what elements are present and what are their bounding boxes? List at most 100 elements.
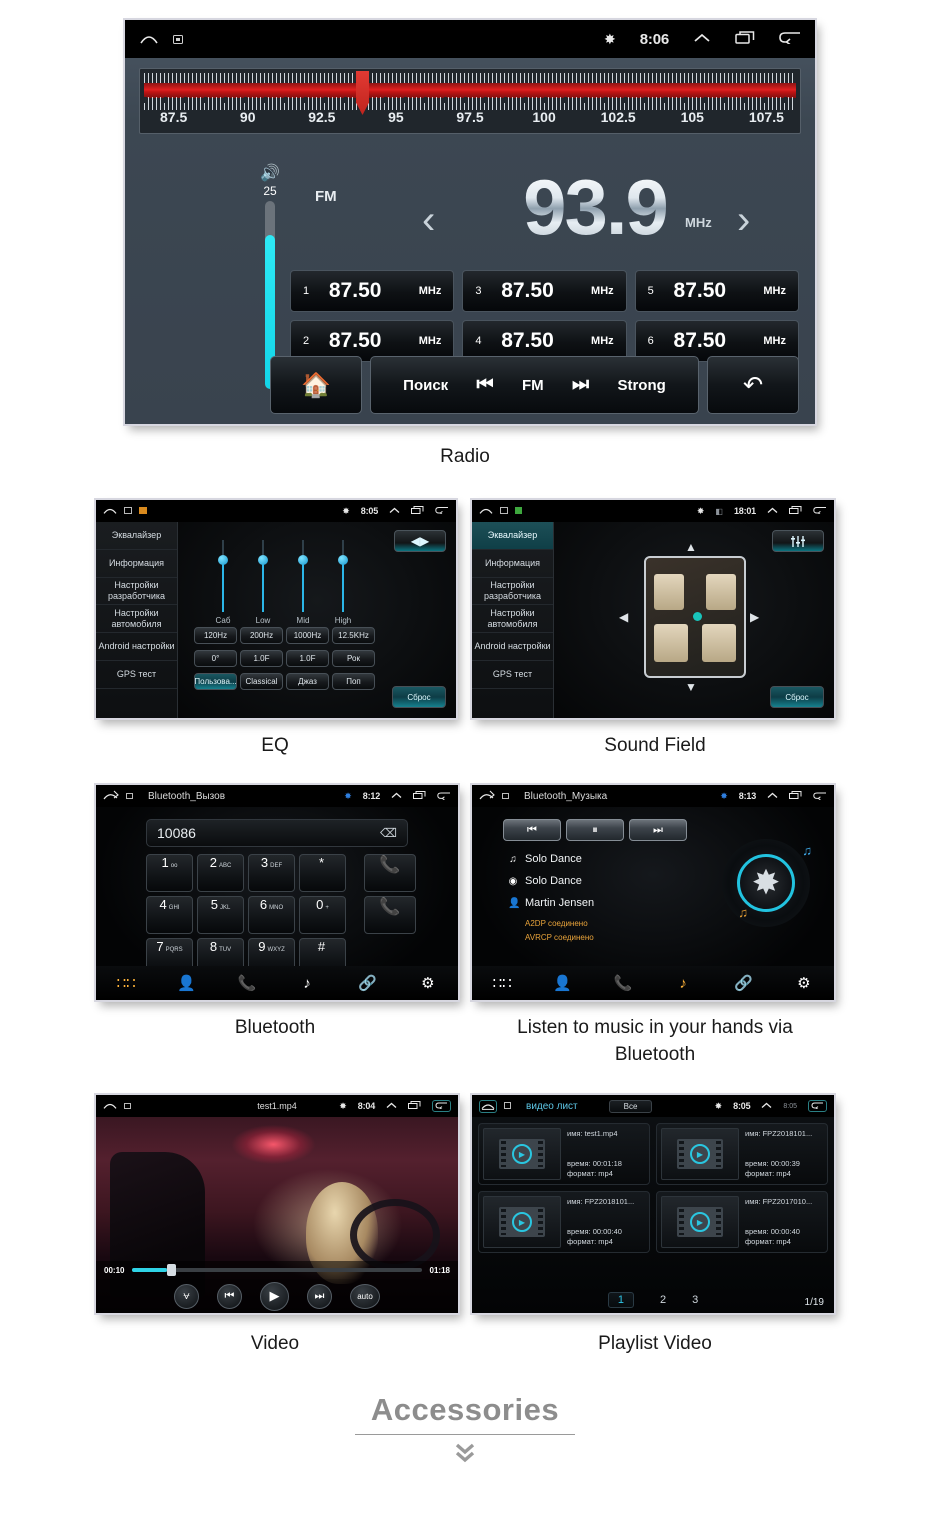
playlist-item[interactable]: ▶ имя: FPZ2018101... время: 00:00:40 формат…: [478, 1191, 650, 1253]
sidebar-item-информация[interactable]: Информация: [96, 550, 177, 578]
back-icon[interactable]: [437, 791, 451, 802]
strong-button[interactable]: Strong: [617, 377, 665, 394]
eq-option-button[interactable]: 120Hz: [194, 627, 237, 644]
sidebar-item-android[interactable]: Android настройки: [472, 633, 553, 662]
dialpad-key-2[interactable]: 2 ABC: [197, 854, 244, 892]
video-eq-icon[interactable]: ⩝: [174, 1283, 199, 1309]
home-icon[interactable]: [103, 506, 117, 516]
eq-option-button[interactable]: 12.5KHz: [332, 627, 375, 644]
balance-icon-button[interactable]: ◀▶: [394, 530, 446, 552]
preset-button[interactable]: 3 87.50 MHz: [462, 270, 627, 312]
tune-up-button[interactable]: ›: [737, 198, 750, 243]
recents-icon[interactable]: [735, 30, 755, 48]
page-button-2[interactable]: 2: [660, 1294, 666, 1306]
dialpad-key-6[interactable]: 6 MNO: [248, 896, 295, 934]
sound-field-focus-dot[interactable]: [693, 612, 702, 621]
nav-call-history-icon[interactable]: 📞: [217, 974, 277, 992]
eq-option-button[interactable]: Поп: [332, 673, 375, 690]
nav-settings-icon[interactable]: ⚙: [398, 974, 458, 992]
eq-option-button[interactable]: 1.0F: [240, 650, 283, 667]
sidebar-item-эквалайзер[interactable]: Эквалайзер: [96, 522, 177, 550]
video-prev-icon[interactable]: ⏮: [217, 1283, 242, 1309]
home-icon[interactable]: [479, 506, 493, 516]
backspace-icon[interactable]: ⌫: [380, 826, 397, 840]
recents-icon[interactable]: [413, 791, 426, 801]
home-icon[interactable]: [479, 790, 495, 803]
nav-dialpad-icon[interactable]: ∷∷: [472, 974, 532, 992]
nav-music-icon[interactable]: ♪: [653, 975, 713, 992]
chevron-up-icon[interactable]: [693, 31, 711, 48]
back-icon[interactable]: [779, 31, 801, 48]
nav-dialpad-icon[interactable]: ∷∷: [96, 974, 156, 992]
video-progress-bar[interactable]: 00:10 01:18: [96, 1261, 458, 1279]
nav-call-history-icon[interactable]: 📞: [593, 974, 653, 992]
back-button[interactable]: ↶: [707, 356, 799, 414]
eq-option-button[interactable]: Рок: [332, 650, 375, 667]
eq-option-button[interactable]: 0°: [194, 650, 237, 667]
nav-contacts-icon[interactable]: 👤: [532, 974, 592, 992]
dialpad-key-5[interactable]: 5 JKL: [197, 896, 244, 934]
band-button[interactable]: FM: [522, 377, 544, 394]
sound-field-up-arrow[interactable]: ▲: [685, 540, 697, 554]
recents-icon[interactable]: [789, 506, 802, 516]
equalizer-icon-button[interactable]: [772, 530, 824, 552]
call-button[interactable]: 📞: [364, 854, 416, 892]
playlist-filter-button[interactable]: Все: [608, 1099, 653, 1113]
home-icon[interactable]: [479, 1099, 497, 1113]
page-button-1[interactable]: 1: [607, 1292, 634, 1308]
eq-option-button[interactable]: 200Hz: [240, 627, 283, 644]
nav-link-icon[interactable]: 🔗: [713, 974, 773, 992]
eq-option-button[interactable]: Джаз: [286, 673, 329, 690]
sidebar-item-android[interactable]: Android настройки: [96, 633, 177, 662]
video-surface[interactable]: 00:10 01:18 ⩝ ⏮ ▶ ⏭ auto: [96, 1117, 458, 1313]
preset-button[interactable]: 5 87.50 MHz: [634, 270, 799, 312]
sound-field-left-arrow[interactable]: ◀: [619, 610, 628, 624]
sound-field-right-arrow[interactable]: ▶: [750, 610, 759, 624]
sidebar-item-настройки[interactable]: Настройки разработчика: [472, 578, 553, 606]
back-icon[interactable]: [813, 791, 827, 802]
chevron-up-icon[interactable]: [389, 506, 400, 516]
prev-station-icon[interactable]: ⏮: [477, 374, 494, 396]
home-icon[interactable]: [139, 31, 159, 48]
dialpad-key-3[interactable]: 3 DEF: [248, 854, 295, 892]
eq-option-button[interactable]: 1000Hz: [286, 627, 329, 644]
video-play-icon[interactable]: ▶: [260, 1281, 289, 1311]
preset-button[interactable]: 1 87.50 MHz: [290, 270, 455, 312]
sidebar-item-эквалайзер[interactable]: Эквалайзер: [472, 522, 553, 550]
phone-number-input[interactable]: 10086 ⌫: [146, 819, 408, 847]
sidebar-item-настройки[interactable]: Настройки автомобиля: [96, 605, 177, 634]
eq-option-button[interactable]: Пользова...: [194, 673, 237, 690]
eq-reset-button[interactable]: Сброс: [392, 686, 446, 708]
video-thumbnail[interactable]: ▶: [483, 1196, 561, 1248]
prev-track-button[interactable]: ⏮: [503, 819, 561, 841]
eq-slider-саб[interactable]: [218, 540, 228, 612]
dialpad-key-*[interactable]: *: [299, 854, 346, 892]
sidebar-item-информация[interactable]: Информация: [472, 550, 553, 578]
car-cabin-diagram[interactable]: [644, 556, 746, 678]
sidebar-item-gps[interactable]: GPS тест: [96, 661, 177, 689]
eq-option-button[interactable]: 1.0F: [286, 650, 329, 667]
home-button[interactable]: 🏠: [270, 356, 362, 414]
playlist-item[interactable]: ▶ имя: test1.mp4 время: 00:01:18 формат: mp…: [478, 1123, 650, 1185]
nav-settings-icon[interactable]: ⚙: [774, 974, 834, 992]
page-button-3[interactable]: 3: [692, 1294, 698, 1306]
eq-slider-low[interactable]: [258, 540, 268, 612]
search-label[interactable]: Поиск: [403, 377, 448, 394]
recents-icon[interactable]: [411, 506, 424, 516]
chevron-up-icon[interactable]: [767, 506, 778, 516]
sound-field-down-arrow[interactable]: ▼: [685, 680, 697, 694]
playlist-item[interactable]: ▶ имя: FPZ2017010... время: 00:00:40 формат…: [656, 1191, 828, 1253]
video-auto-button[interactable]: auto: [350, 1283, 380, 1309]
next-station-icon[interactable]: ⏭: [572, 374, 589, 396]
home-icon[interactable]: [103, 790, 119, 803]
chevron-up-icon[interactable]: [767, 791, 778, 801]
eq-slider-mid[interactable]: [298, 540, 308, 612]
sidebar-item-настройки[interactable]: Настройки разработчика: [96, 578, 177, 606]
radio-tuner[interactable]: 87.5 90 92.5 95 97.5 100 102.5 105 107.5: [139, 68, 801, 134]
hangup-button[interactable]: 📞: [364, 896, 416, 934]
dialpad-key-1[interactable]: 1 oo: [146, 854, 193, 892]
dialpad-key-4[interactable]: 4 GHI: [146, 896, 193, 934]
chevron-up-icon[interactable]: [761, 1101, 772, 1111]
next-track-button[interactable]: ⏭: [629, 819, 687, 841]
chevron-up-icon[interactable]: [391, 791, 402, 801]
